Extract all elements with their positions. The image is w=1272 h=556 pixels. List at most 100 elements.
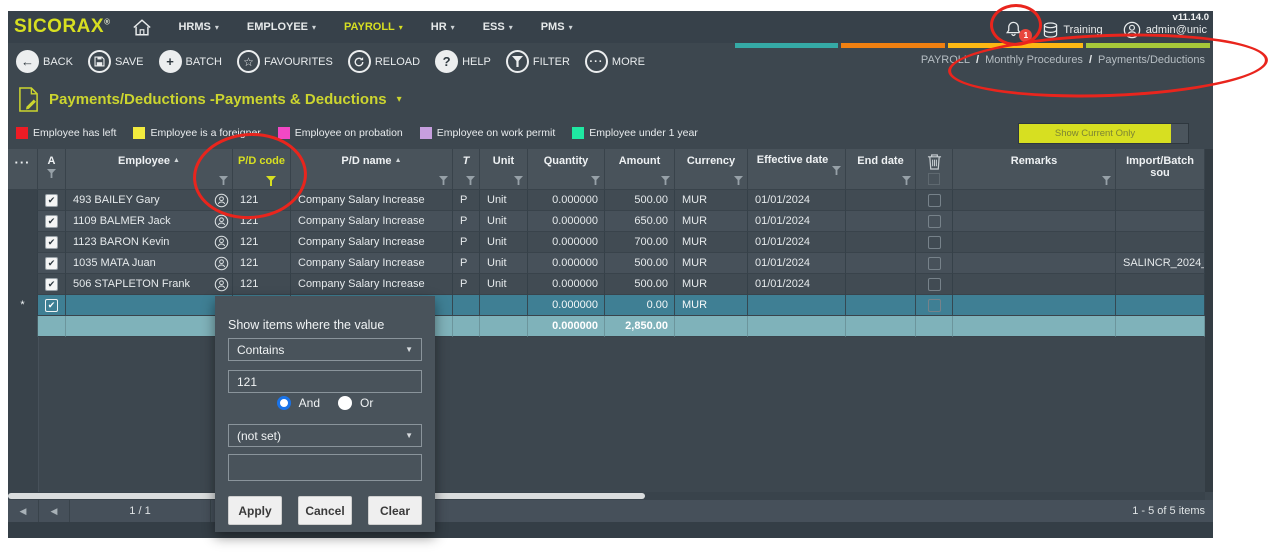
end-date-cell[interactable] [846,190,916,211]
menu-pms[interactable]: PMS▾ [541,21,573,33]
effective-date-cell[interactable]: 01/01/2024 [748,211,846,232]
effective-date-cell[interactable]: 01/01/2024 [748,232,846,253]
filter-funnel-icon[interactable] [439,176,448,185]
filter-funnel-icon[interactable] [219,176,228,185]
employee-profile-icon[interactable] [214,193,229,208]
amount-cell[interactable]: 500.00 [605,274,675,295]
filter-funnel-icon-active[interactable] [266,176,276,186]
row-delete-cell[interactable] [916,295,953,316]
pd-name-cell[interactable]: Company Salary Increase [291,274,453,295]
currency-cell[interactable]: MUR [675,253,748,274]
import-batch-cell[interactable] [1116,295,1205,316]
employee-profile-icon[interactable] [214,235,229,250]
delete-all-checkbox[interactable] [928,173,940,185]
filter-funnel-icon[interactable] [832,166,841,175]
row-header-cell[interactable] [8,253,38,274]
amount-cell[interactable]: 500.00 [605,253,675,274]
save-button[interactable]: SAVE [88,50,144,73]
row-delete-checkbox[interactable] [928,215,941,228]
row-delete-cell[interactable] [916,211,953,232]
favourites-button[interactable]: ☆FAVOURITES [237,50,333,73]
filter-funnel-icon[interactable] [514,176,523,185]
employee-profile-icon[interactable] [214,256,229,271]
quantity-cell[interactable]: 0.000000 [528,211,605,232]
quantity-cell[interactable]: 0.000000 [528,274,605,295]
filter-funnel-icon[interactable] [47,169,56,178]
menu-employee[interactable]: EMPLOYEE▾ [247,21,316,33]
and-radio[interactable] [277,396,291,410]
import-batch-cell[interactable] [1116,190,1205,211]
column-header-currency[interactable]: Currency [675,149,748,190]
amount-cell[interactable]: 500.00 [605,190,675,211]
unit-cell[interactable]: Unit [480,211,528,232]
column-header-amount[interactable]: Amount [605,149,675,190]
unit-cell[interactable]: Unit [480,190,528,211]
effective-date-cell[interactable]: 01/01/2024 [748,190,846,211]
menu-ess[interactable]: ESS▾ [483,21,513,33]
unit-cell[interactable] [480,295,528,316]
effective-date-cell[interactable] [748,295,846,316]
pd-code-cell[interactable]: 121 [233,253,291,274]
column-header-select-all[interactable]: A [38,149,66,190]
environment-selector[interactable]: Training [1043,22,1102,39]
type-cell[interactable] [453,295,480,316]
filter-funnel-icon[interactable] [1102,176,1111,185]
type-cell[interactable]: P [453,211,480,232]
currency-cell[interactable]: MUR [675,232,748,253]
column-header-pd-name[interactable]: P/D name ▲ [291,149,453,190]
row-select-cell[interactable]: ✔ [38,211,66,232]
filter-funnel-icon[interactable] [902,176,911,185]
column-header-effective-date[interactable]: Effective date [748,149,846,190]
notifications-bell-icon[interactable]: 1 [1004,20,1023,39]
apply-button[interactable]: Apply [228,496,282,525]
row-select-checkbox[interactable]: ✔ [45,194,58,207]
row-delete-cell[interactable] [916,253,953,274]
row-delete-checkbox[interactable] [928,257,941,270]
type-cell[interactable]: P [453,232,480,253]
employee-cell[interactable]: 506 STAPLETON Frank [66,274,233,295]
filter-funnel-icon[interactable] [591,176,600,185]
filter-funnel-icon[interactable] [734,176,743,185]
pd-code-cell[interactable]: 121 [233,274,291,295]
column-header-pd-code[interactable]: P/D code [233,149,291,190]
column-header-more[interactable]: ··· [8,149,38,190]
toggle-grip[interactable] [1171,124,1188,143]
pd-name-cell[interactable]: Company Salary Increase [291,211,453,232]
filter-funnel-icon[interactable] [466,176,475,185]
column-header-import-batch[interactable]: Import/Batch sou [1116,149,1205,190]
effective-date-cell[interactable]: 01/01/2024 [748,253,846,274]
column-header-quantity[interactable]: Quantity [528,149,605,190]
quantity-cell[interactable]: 0.000000 [528,232,605,253]
unit-cell[interactable]: Unit [480,274,528,295]
or-radio[interactable] [338,396,352,410]
employee-profile-icon[interactable] [214,214,229,229]
column-header-employee[interactable]: Employee ▲ [66,149,233,190]
employee-cell[interactable]: 493 BAILEY Gary [66,190,233,211]
row-header-cell[interactable] [8,190,38,211]
employee-profile-icon[interactable] [214,277,229,292]
quantity-cell[interactable]: 0.000000 [528,295,605,316]
employee-cell[interactable]: 1035 MATA Juan [66,253,233,274]
row-select-cell[interactable]: ✔ [38,274,66,295]
pd-name-cell[interactable]: Company Salary Increase [291,253,453,274]
amount-cell[interactable]: 650.00 [605,211,675,232]
row-delete-checkbox[interactable] [928,194,941,207]
row-select-cell[interactable]: ✔ [38,295,66,316]
more-button[interactable]: ···MORE [585,50,645,73]
home-icon[interactable] [132,18,152,37]
row-select-cell[interactable]: ✔ [38,190,66,211]
row-delete-cell[interactable] [916,190,953,211]
batch-button[interactable]: +BATCH [159,50,222,73]
show-current-only-toggle[interactable]: Show Current Only [1018,123,1189,144]
pager-first-button[interactable]: ◀ [8,500,39,522]
column-header-end-date[interactable]: End date [846,149,916,190]
currency-cell[interactable]: MUR [675,211,748,232]
pd-code-cell[interactable]: 121 [233,211,291,232]
row-select-checkbox[interactable]: ✔ [45,299,58,312]
quantity-cell[interactable]: 0.000000 [528,253,605,274]
unit-cell[interactable]: Unit [480,232,528,253]
amount-cell[interactable]: 700.00 [605,232,675,253]
breadcrumb-monthly-procedures[interactable]: Monthly Procedures [985,54,1083,66]
back-button[interactable]: ←BACK [16,50,73,73]
row-delete-checkbox[interactable] [928,299,941,312]
